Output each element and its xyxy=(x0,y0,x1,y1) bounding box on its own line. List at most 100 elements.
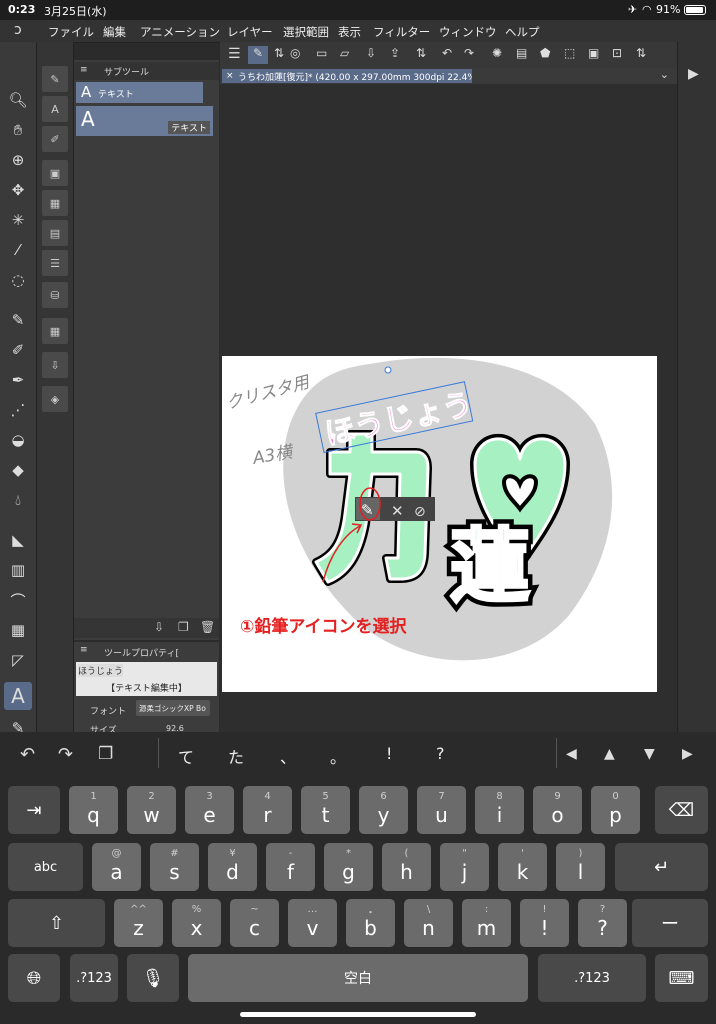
canvas-area[interactable]: 蓮 蓮 ほうじょう クリスタ用 A3横 ✎ ✕ ⊘ ①鉛筆アイコンを選択 xyxy=(220,84,677,732)
canvas-svg[interactable]: 蓮 蓮 ほうじょう クリスタ用 A3横 ✎ ✕ ⊘ ①鉛筆アイコンを選択 xyxy=(220,84,677,732)
eraser-icon[interactable]: ◆ xyxy=(4,456,32,484)
layers-icon[interactable]: ◈ xyxy=(42,386,68,412)
crop-icon[interactable]: ⊡ xyxy=(612,46,622,60)
arrow-down-icon[interactable]: ▼ xyxy=(644,746,655,762)
key-row1-7[interactable]: 8i xyxy=(475,786,524,834)
check-icon[interactable]: ⊘ xyxy=(414,504,426,520)
key-row2-2[interactable]: ¥ d xyxy=(208,843,257,891)
decoration-icon[interactable]: ◒ xyxy=(4,426,32,454)
globe-icon[interactable]: 🌐︎ xyxy=(8,954,60,1002)
import-icon[interactable]: ⇩ xyxy=(42,352,68,378)
candidate[interactable]: ! xyxy=(386,744,392,763)
grid-panel-icon[interactable]: ▦ xyxy=(42,318,68,344)
text-tool-icon[interactable]: ✎ xyxy=(42,66,68,92)
key-row2-4[interactable]: * g xyxy=(324,843,373,891)
key-row2-6[interactable]: " j xyxy=(440,843,489,891)
new-icon[interactable]: ▭ xyxy=(316,46,327,60)
hamburger-icon[interactable]: ☰ xyxy=(228,46,241,62)
key-row3-1[interactable]: % x xyxy=(172,899,221,947)
keyboard-hide-icon[interactable]: ⌨ xyxy=(655,954,708,1002)
invert-icon[interactable]: ▣ xyxy=(588,46,599,60)
figure-icon[interactable]: ⌒ xyxy=(4,586,32,614)
key-row2-5[interactable]: (h xyxy=(382,843,431,891)
fill-selection-icon[interactable]: ▤ xyxy=(516,46,527,60)
navigator-icon[interactable]: ▣ xyxy=(42,160,68,186)
text-a-icon[interactable]: A xyxy=(42,96,68,122)
close-tab-icon[interactable]: × xyxy=(226,71,234,81)
candidate[interactable]: て xyxy=(178,744,194,768)
redo-icon[interactable]: ↷ xyxy=(58,744,73,765)
quick-access-icon[interactable]: ✎ xyxy=(248,46,268,64)
brush-icon[interactable]: ✒ xyxy=(4,366,32,394)
candidate[interactable]: 。 xyxy=(330,744,346,768)
menu-edit[interactable]: 編集 xyxy=(103,24,126,40)
key-row3-4[interactable]: ・ b xyxy=(346,899,395,947)
key-row1-0[interactable]: 1q xyxy=(69,786,118,834)
subtool-item-text-small[interactable]: A テキスト xyxy=(76,82,203,103)
tool-property-tab[interactable]: ツールプロパティ[ xyxy=(104,646,179,659)
open-icon[interactable]: ▱ xyxy=(340,46,349,60)
rotate-handle[interactable] xyxy=(384,366,392,374)
numbers-key[interactable]: .?123 xyxy=(70,954,118,1002)
menu-help[interactable]: ヘルプ xyxy=(505,24,540,40)
updown-icon[interactable]: ⇅ xyxy=(274,46,284,60)
key-row3-6[interactable]: :m xyxy=(462,899,511,947)
key-row1-6[interactable]: 7u xyxy=(417,786,466,834)
app-logo-icon[interactable]: ↄ xyxy=(14,22,22,38)
undo-icon[interactable]: ↶ xyxy=(20,744,35,765)
candidate[interactable]: た xyxy=(228,744,244,768)
space-key[interactable]: 空白 xyxy=(188,954,528,1002)
key-row1-2[interactable]: 3e xyxy=(185,786,234,834)
return-key[interactable]: ↵ xyxy=(615,843,708,891)
eyedropper-icon[interactable]: ⁄ xyxy=(4,236,32,264)
key-row3-5[interactable]: \ n xyxy=(404,899,453,947)
key-row1-4[interactable]: 5t xyxy=(301,786,350,834)
key-row3-7[interactable]: !! xyxy=(520,899,569,947)
paste-icon[interactable]: ❐ xyxy=(98,744,113,764)
arrow-right-icon[interactable]: ▶ xyxy=(682,746,693,762)
redo-icon[interactable]: ↷ xyxy=(464,46,474,60)
candidate[interactable]: 、 xyxy=(280,744,296,768)
menu-selection[interactable]: 選択範囲 xyxy=(283,24,329,40)
list-icon[interactable]: ☰ xyxy=(42,250,68,276)
menu-window[interactable]: ウィンドウ xyxy=(439,24,497,40)
fill-icon[interactable]: ◣ xyxy=(4,526,32,554)
key-row2-8[interactable]: ) l xyxy=(556,843,605,891)
lasso-icon[interactable]: ◌ xyxy=(4,266,32,294)
pen-icon[interactable]: ✎ xyxy=(4,306,32,334)
font-select[interactable]: 源柔ゴシックXP Bo xyxy=(136,700,210,716)
menu-filter[interactable]: フィルター xyxy=(373,24,430,40)
close-icon[interactable]: ✕ xyxy=(391,502,404,520)
menu-animation[interactable]: アニメーション xyxy=(140,24,220,40)
canvas-tab[interactable]: × うちわ加蓮[復元]* (420.00 x 297.00mm 300dpi 2… xyxy=(222,69,472,83)
transform-icon[interactable]: ⬟ xyxy=(540,46,550,60)
arrow-up-icon[interactable]: ▲ xyxy=(604,746,615,762)
download-icon[interactable]: ⇩ xyxy=(154,620,164,634)
color-set-icon[interactable]: ▤ xyxy=(42,220,68,246)
menu-icon[interactable]: ≡ xyxy=(80,65,88,75)
magic-wand-icon[interactable]: ✳ xyxy=(4,206,32,234)
updown-icon[interactable]: ⇅ xyxy=(636,46,646,60)
menu-file[interactable]: ファイル xyxy=(48,24,94,40)
ruler-icon[interactable]: ◸ xyxy=(4,646,32,674)
save-icon[interactable]: ⇩ xyxy=(366,46,376,60)
key-row1-5[interactable]: 6y xyxy=(359,786,408,834)
gradient-icon[interactable]: ▥ xyxy=(4,556,32,584)
move-icon[interactable]: ✥ xyxy=(4,176,32,204)
undo-icon[interactable]: ↶ xyxy=(442,46,452,60)
subtool-tab[interactable]: サブツール xyxy=(104,65,149,78)
key-row3-0[interactable]: ^^ z xyxy=(114,899,163,947)
key-row3-2[interactable]: ~ c xyxy=(230,899,279,947)
key-row3-3[interactable]: … v xyxy=(288,899,337,947)
key-row1-3[interactable]: 4r xyxy=(243,786,292,834)
arrow-left-icon[interactable]: ◀ xyxy=(566,746,577,762)
color-icon[interactable]: ◎ xyxy=(290,46,300,60)
key-row1-1[interactable]: 2w xyxy=(127,786,176,834)
frame-icon[interactable]: ▦ xyxy=(4,616,32,644)
candidate[interactable]: ? xyxy=(436,744,445,763)
key-row2-1[interactable]: # s xyxy=(150,843,199,891)
menu-icon[interactable]: ≡ xyxy=(80,645,88,655)
operation-icon[interactable]: ⊕ xyxy=(4,146,32,174)
menu-view[interactable]: 表示 xyxy=(338,24,361,40)
pencil-icon[interactable]: ✐ xyxy=(4,336,32,364)
